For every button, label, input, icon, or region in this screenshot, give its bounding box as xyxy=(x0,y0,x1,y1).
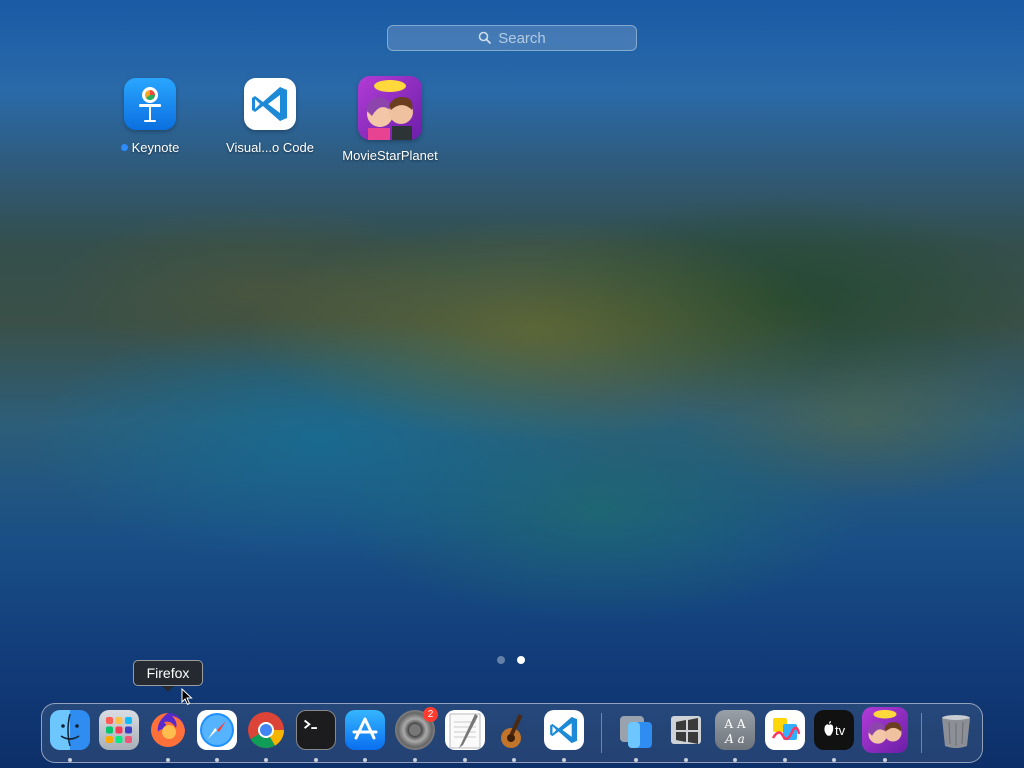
terminal-icon[interactable] xyxy=(296,710,336,750)
moviestarplanet-icon xyxy=(358,76,422,140)
app-store-icon[interactable] xyxy=(345,710,385,750)
vscode-icon xyxy=(244,78,296,130)
running-indicator xyxy=(264,758,268,762)
launchpad-icon[interactable] xyxy=(99,710,139,750)
running-indicator xyxy=(463,758,467,762)
safari-icon[interactable] xyxy=(197,710,237,750)
garageband-icon[interactable] xyxy=(494,710,534,750)
app-label: Visual...o Code xyxy=(226,140,314,155)
keynote-icon xyxy=(124,78,176,130)
running-indicator xyxy=(733,758,737,762)
app-label: Keynote xyxy=(131,140,180,155)
running-indicator xyxy=(883,758,887,762)
apple-tv-icon[interactable]: tv xyxy=(814,710,854,750)
running-indicator xyxy=(512,758,516,762)
app-vscode[interactable]: Visual...o Code xyxy=(210,78,330,155)
chrome-icon[interactable] xyxy=(246,710,286,750)
page-dot-2[interactable] xyxy=(517,656,525,664)
running-indicator xyxy=(783,758,787,762)
search-placeholder: Search xyxy=(498,29,546,47)
running-indicator xyxy=(684,758,688,762)
search-icon xyxy=(478,31,492,45)
running-indicator xyxy=(166,758,170,762)
app-keynote[interactable]: Keynote xyxy=(90,78,210,155)
running-indicator xyxy=(363,758,367,762)
svg-text:A a: A a xyxy=(724,732,745,746)
app-label: MovieStarPlanet xyxy=(342,148,438,163)
page-dot-1[interactable] xyxy=(497,656,505,664)
firefox-icon[interactable] xyxy=(148,710,188,750)
page-indicator xyxy=(497,656,525,664)
running-indicator xyxy=(634,758,638,762)
migration-assistant-icon[interactable] xyxy=(616,710,656,750)
running-indicator xyxy=(314,758,318,762)
freeform-icon[interactable] xyxy=(765,710,805,750)
trash-icon[interactable] xyxy=(936,710,976,750)
system-settings-button[interactable]: 2 xyxy=(395,707,438,750)
moviestarplanet-icon[interactable] xyxy=(862,707,908,753)
new-app-indicator xyxy=(120,144,128,151)
dock-separator xyxy=(601,713,602,753)
font-book-icon[interactable]: A AA a xyxy=(715,710,755,750)
finder-icon[interactable] xyxy=(50,710,90,750)
dock: 2 A A A a tv xyxy=(41,703,983,763)
notification-badge: 2 xyxy=(423,707,438,722)
running-indicator xyxy=(215,758,219,762)
boot-camp-icon[interactable] xyxy=(666,710,706,750)
apple-tv-label: tv xyxy=(835,723,846,738)
search-field[interactable]: Search xyxy=(387,25,637,51)
vscode-icon[interactable] xyxy=(544,710,584,750)
dock-separator xyxy=(921,713,922,753)
textedit-icon[interactable] xyxy=(445,710,485,750)
dock-tooltip: Firefox xyxy=(133,660,203,692)
running-indicator xyxy=(68,758,72,762)
running-indicator xyxy=(413,758,417,762)
running-indicator xyxy=(832,758,836,762)
svg-text:A A: A A xyxy=(723,717,745,731)
app-moviestarplanet[interactable]: MovieStarPlanet xyxy=(330,76,450,163)
running-indicator xyxy=(562,758,566,762)
